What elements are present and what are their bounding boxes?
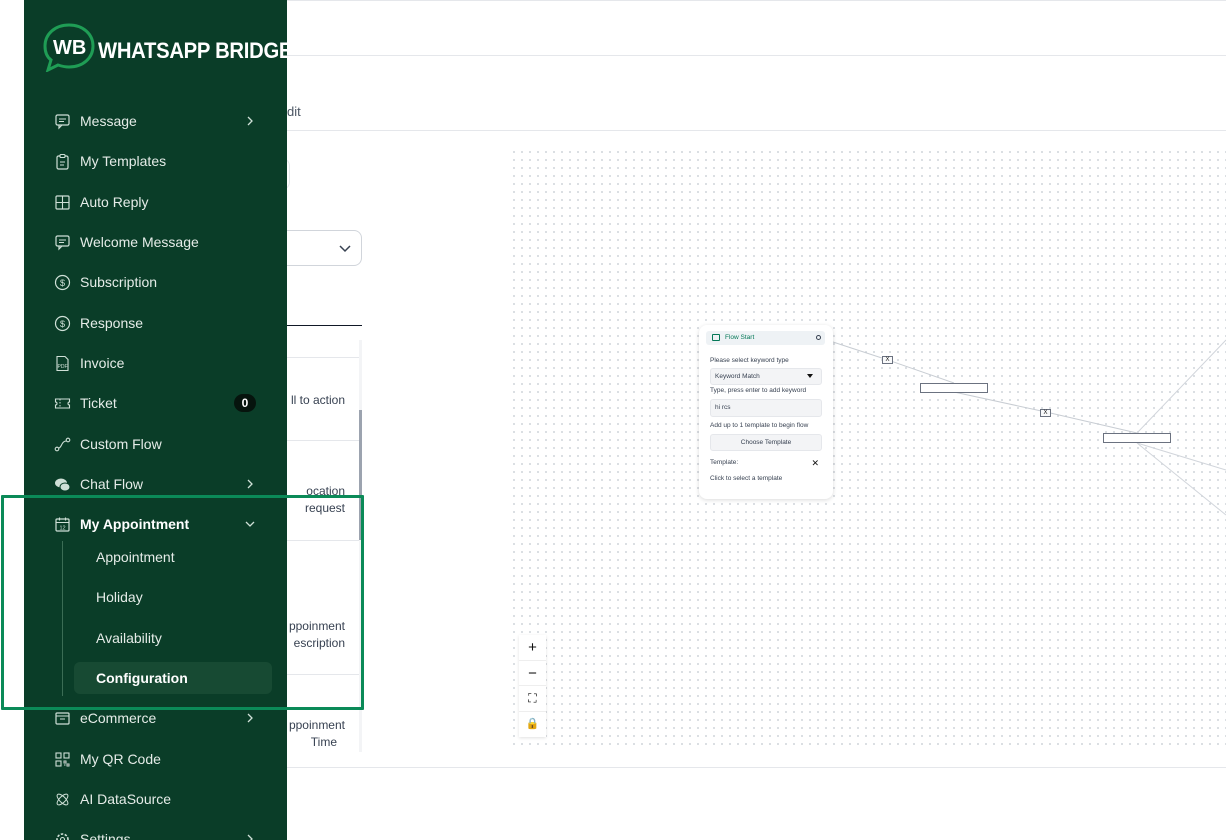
remove-edge-button[interactable]: X — [882, 356, 893, 364]
whatsapp-bridge-logo-icon: WB — [43, 23, 95, 72]
fit-view-button[interactable]: ⛶ — [519, 686, 546, 712]
sidebar-item-label: Ticket — [80, 395, 117, 411]
sidebar: WB WHATSAPP BRIDGE Message My Templates … — [24, 0, 287, 840]
chevron-right-icon — [247, 116, 253, 126]
message-square-icon — [55, 114, 70, 130]
sidebar-subitem-availability[interactable]: Availability — [74, 622, 272, 654]
zoom-out-button[interactable]: − — [519, 661, 546, 686]
chevron-right-icon — [247, 713, 253, 723]
chevron-down-icon — [245, 521, 255, 527]
sidebar-subitem-label: Appointment — [96, 549, 175, 565]
sidebar-item-label: Subscription — [80, 274, 158, 290]
sidebar-subitem-label: Configuration — [96, 670, 188, 686]
flow-icon — [54, 437, 71, 452]
sidebar-item-welcome-message[interactable]: Welcome Message — [24, 224, 287, 260]
sidebar-item-label: Chat Flow — [80, 476, 144, 492]
template-label: Template: — [710, 459, 739, 466]
sidebar-subitem-label: Availability — [96, 630, 162, 646]
flow-node-collapsed[interactable] — [920, 383, 988, 393]
sidebar-item-ai-datasource[interactable]: AI DataSource — [24, 781, 287, 817]
sidebar-item-invoice[interactable]: PDF Invoice — [24, 345, 287, 381]
keyword-type-value: Keyword Match — [715, 373, 760, 380]
sidebar-item-ticket[interactable]: Ticket 0 — [24, 385, 287, 421]
qr-code-icon — [55, 752, 70, 767]
sidebar-item-auto-reply[interactable]: Auto Reply — [24, 184, 287, 220]
sidebar-item-my-qr-code[interactable]: My QR Code — [24, 741, 287, 777]
flow-node-header: Flow Start — [706, 331, 825, 345]
atom-icon — [56, 793, 69, 806]
calendar-icon: 12 — [55, 517, 70, 532]
svg-text:WB: WB — [53, 37, 86, 59]
grid-icon — [55, 195, 70, 210]
sidebar-item-custom-flow[interactable]: Custom Flow — [24, 426, 287, 462]
gear-icon — [56, 833, 69, 840]
sidebar-subitem-label: Holiday — [96, 589, 143, 605]
template-hint: Add up to 1 template to begin flow — [710, 422, 809, 429]
chevron-right-icon — [247, 834, 253, 840]
chevron-right-icon — [247, 479, 253, 489]
close-icon[interactable]: ✕ — [811, 458, 819, 469]
keyword-type-label: Please select keyword type — [710, 357, 789, 364]
clipboard-icon — [56, 153, 69, 170]
flow-node-title: Flow Start — [725, 334, 755, 341]
sidebar-item-label: AI DataSource — [80, 791, 172, 807]
sidebar-item-my-templates[interactable]: My Templates — [24, 143, 287, 179]
remove-edge-button[interactable]: X — [1040, 409, 1051, 417]
ticket-count-badge: 0 — [234, 394, 256, 412]
sidebar-item-label: Response — [80, 315, 144, 331]
submenu-guide-line — [62, 541, 63, 696]
choose-template-button[interactable]: Choose Template — [710, 434, 822, 451]
svg-text:$: $ — [60, 278, 65, 288]
sidebar-item-label: eCommerce — [80, 710, 157, 726]
lock-button[interactable]: 🔒 — [519, 712, 546, 738]
flow-start-node[interactable]: Flow Start Please select keyword type Ke… — [699, 325, 833, 499]
sidebar-item-settings[interactable]: Settings — [24, 821, 287, 840]
flow-node-collapsed[interactable] — [1103, 433, 1171, 443]
caret-down-icon — [807, 374, 813, 378]
pdf-file-icon: PDF — [56, 355, 69, 372]
sidebar-item-label: Settings — [80, 831, 131, 840]
node-handle[interactable] — [816, 335, 821, 340]
chat-bubbles-icon — [55, 478, 71, 492]
sidebar-item-response[interactable]: $ Response — [24, 305, 287, 341]
sidebar-item-my-appointment[interactable]: 12 My Appointment — [24, 506, 287, 542]
keyword-value: hi rcs — [715, 404, 731, 411]
sidebar-item-label: My Templates — [80, 153, 167, 169]
svg-text:$: $ — [60, 319, 65, 329]
message-icon — [712, 334, 720, 341]
sidebar-item-label: Message — [80, 113, 137, 129]
sidebar-item-subscription[interactable]: $ Subscription — [24, 264, 287, 300]
sidebar-item-label: My QR Code — [80, 751, 161, 767]
svg-text:12: 12 — [59, 526, 65, 532]
zoom-in-button[interactable]: + — [519, 635, 546, 661]
sidebar-item-label: Invoice — [80, 355, 125, 371]
select-template-link[interactable]: Click to select a template — [710, 475, 782, 482]
sidebar-subitem-appointment[interactable]: Appointment — [74, 541, 272, 573]
message-square-icon — [55, 235, 70, 251]
brand-name: WHATSAPP BRIDGE — [98, 38, 287, 63]
zoom-controls: + − ⛶ 🔒 — [519, 635, 546, 737]
sidebar-item-label: My Appointment — [80, 516, 190, 532]
sidebar-item-ecommerce[interactable]: eCommerce — [24, 700, 287, 736]
ticket-icon — [54, 398, 71, 409]
sidebar-item-label: Welcome Message — [80, 234, 199, 250]
keyword-input[interactable]: hi rcs — [710, 399, 822, 417]
sidebar-item-message[interactable]: Message — [24, 103, 287, 139]
dollar-circle-icon: $ — [54, 274, 71, 291]
sidebar-item-label: Auto Reply — [80, 194, 149, 210]
sidebar-item-label: Custom Flow — [80, 436, 162, 452]
store-icon — [55, 712, 70, 725]
svg-text:PDF: PDF — [58, 364, 68, 370]
dollar-circle-icon: $ — [54, 315, 71, 332]
keyword-hint: Type, press enter to add keyword — [710, 387, 807, 394]
keyword-type-select[interactable]: Keyword Match — [710, 368, 822, 385]
sidebar-item-chat-flow[interactable]: Chat Flow — [24, 466, 287, 502]
sidebar-subitem-holiday[interactable]: Holiday — [74, 581, 272, 613]
sidebar-subitem-configuration[interactable]: Configuration — [74, 662, 272, 694]
